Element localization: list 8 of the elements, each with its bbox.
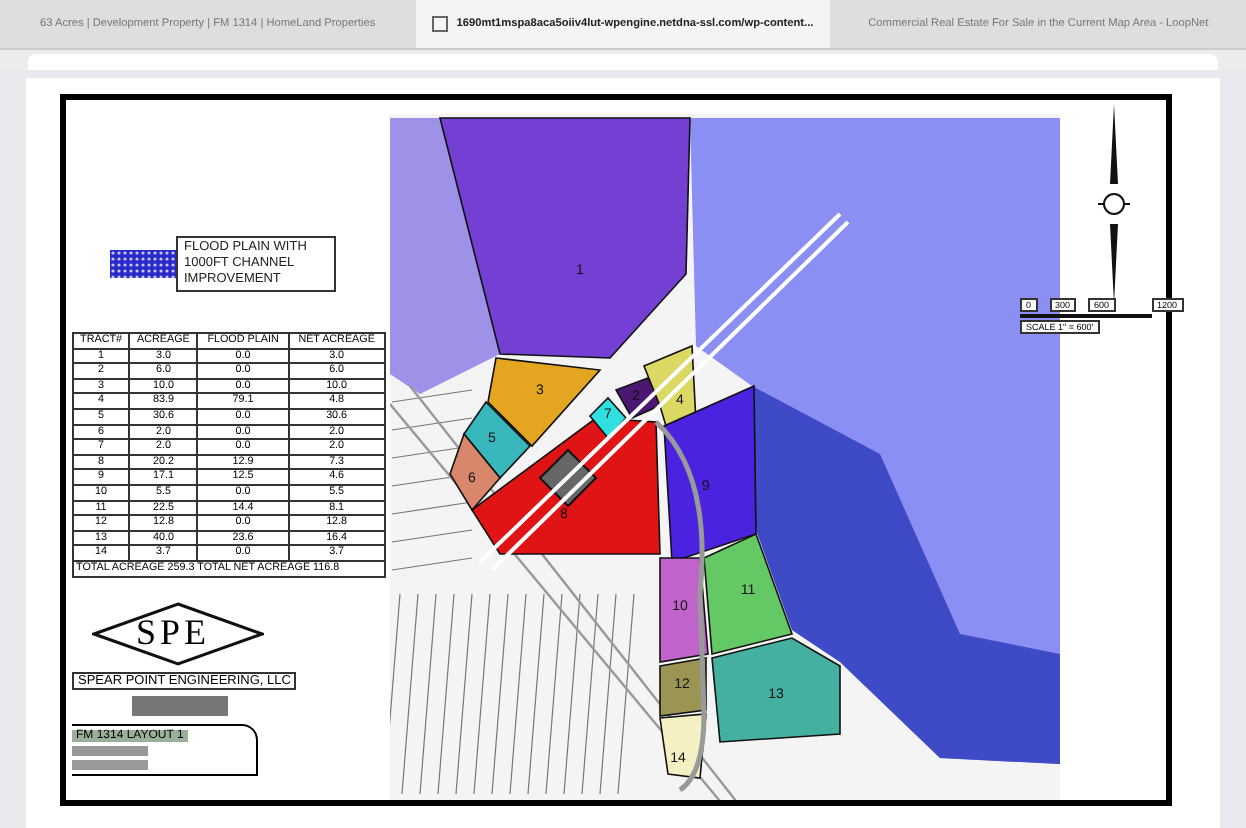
hatch-swatch-icon bbox=[110, 250, 176, 278]
illegible-text bbox=[72, 759, 148, 769]
logo-diamond-icon bbox=[92, 601, 264, 665]
page-icon bbox=[432, 16, 449, 32]
illegible-text bbox=[72, 745, 148, 755]
logo-text: SPE bbox=[136, 609, 211, 653]
scale-bar bbox=[1020, 314, 1152, 318]
illegible-text bbox=[132, 695, 228, 715]
